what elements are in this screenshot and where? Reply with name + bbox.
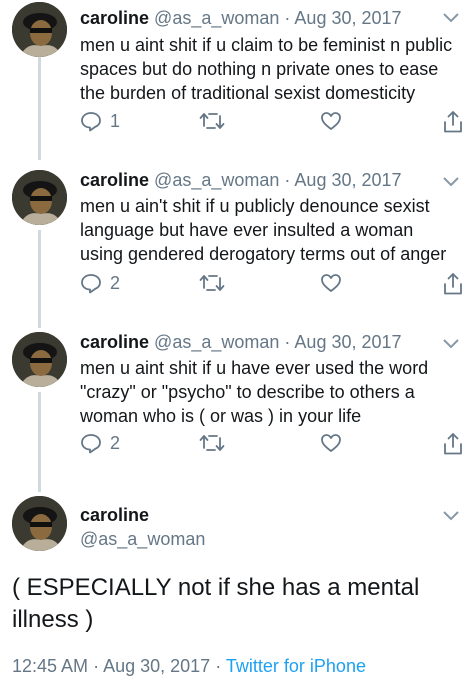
display-name[interactable]: caroline bbox=[80, 8, 149, 28]
tweet-text-line: woman who is ( or was ) in your life bbox=[80, 406, 362, 426]
tweet-text-line: spaces but do nothing n private ones to … bbox=[80, 59, 439, 79]
avatar[interactable] bbox=[12, 2, 67, 57]
avatar-image bbox=[12, 2, 67, 57]
share-icon bbox=[444, 273, 462, 295]
thread-line bbox=[38, 392, 41, 492]
share-icon bbox=[444, 433, 462, 455]
retweet-icon bbox=[199, 113, 225, 129]
tweet-header: caroline @as_a_woman · Aug 30, 2017 bbox=[80, 170, 402, 191]
display-name[interactable]: caroline bbox=[80, 505, 149, 526]
tweet-text-line: illness ) bbox=[12, 606, 94, 633]
heart-icon bbox=[321, 434, 341, 452]
tweet-text-line: men u aint shit if u have ever used the … bbox=[80, 358, 429, 378]
separator: · bbox=[284, 170, 291, 190]
tweet-source-link[interactable]: Twitter for iPhone bbox=[226, 656, 366, 676]
timestamp[interactable]: Aug 30, 2017 bbox=[294, 170, 401, 190]
tweet-header: caroline @as_a_woman · Aug 30, 2017 bbox=[80, 8, 402, 29]
tweet-actions: 2 bbox=[80, 272, 466, 300]
separator: · bbox=[284, 8, 291, 28]
avatar[interactable] bbox=[12, 332, 67, 387]
tweet-time: 12:45 AM bbox=[12, 656, 89, 676]
like-button[interactable] bbox=[320, 272, 342, 294]
tweet-text-line: men u aint shit if u claim to be feminis… bbox=[80, 35, 453, 55]
tweet-footer: 12:45 AM · Aug 30, 2017 · Twitter for iP… bbox=[12, 656, 366, 677]
chevron-down-icon[interactable] bbox=[442, 338, 460, 350]
handle[interactable]: @as_a_woman bbox=[80, 529, 205, 550]
reply-count: 2 bbox=[110, 432, 121, 453]
tweet-text: men u ain't shit if u publicly denounce … bbox=[80, 194, 466, 266]
handle[interactable]: @as_a_woman bbox=[154, 332, 279, 352]
heart-icon bbox=[321, 274, 341, 292]
timestamp[interactable]: Aug 30, 2017 bbox=[294, 332, 401, 352]
reply-icon bbox=[81, 112, 101, 132]
timestamp[interactable]: Aug 30, 2017 bbox=[294, 8, 401, 28]
reply-icon bbox=[81, 434, 101, 454]
tweet-actions: 1 bbox=[80, 110, 466, 138]
share-icon bbox=[444, 111, 462, 133]
thread-line bbox=[38, 57, 41, 160]
tweet-actions: 2 bbox=[80, 432, 466, 460]
avatar[interactable] bbox=[12, 496, 67, 551]
tweet-text-line: men u ain't shit if u publicly denounce … bbox=[80, 196, 430, 216]
reply-button[interactable]: 1 bbox=[80, 110, 120, 132]
tweet-text: men u aint shit if u claim to be feminis… bbox=[80, 33, 466, 105]
share-button[interactable] bbox=[442, 110, 464, 134]
avatar[interactable] bbox=[12, 170, 67, 225]
chevron-down-icon[interactable] bbox=[442, 12, 460, 24]
reply-count: 1 bbox=[110, 110, 121, 131]
tweet-header: caroline @as_a_woman · Aug 30, 2017 bbox=[80, 332, 402, 353]
retweet-icon bbox=[199, 275, 225, 291]
tweet-text-line: language but have ever insulted a woman bbox=[80, 220, 414, 240]
retweet-button[interactable] bbox=[199, 110, 225, 132]
like-button[interactable] bbox=[320, 432, 342, 454]
separator: · bbox=[215, 656, 222, 676]
share-button[interactable] bbox=[442, 272, 464, 296]
separator: · bbox=[93, 656, 100, 676]
reply-button[interactable]: 2 bbox=[80, 272, 120, 294]
tweet-text-line: using gendered derogatory terms out of a… bbox=[80, 244, 447, 264]
tweet-date: Aug 30, 2017 bbox=[103, 656, 211, 676]
handle[interactable]: @as_a_woman bbox=[154, 170, 279, 190]
separator: · bbox=[284, 332, 291, 352]
heart-icon bbox=[321, 112, 341, 130]
display-name[interactable]: caroline bbox=[80, 332, 149, 352]
reply-count: 2 bbox=[110, 272, 121, 293]
avatar-image bbox=[12, 332, 67, 387]
tweet-text-line: ( ESPECIALLY not if she has a mental bbox=[12, 574, 420, 601]
avatar-image bbox=[12, 170, 67, 225]
reply-button[interactable]: 2 bbox=[80, 432, 120, 454]
handle[interactable]: @as_a_woman bbox=[154, 8, 279, 28]
chevron-down-icon[interactable] bbox=[442, 176, 460, 188]
retweet-button[interactable] bbox=[199, 272, 225, 294]
thread-line bbox=[38, 230, 41, 328]
share-button[interactable] bbox=[442, 432, 464, 456]
display-name[interactable]: caroline bbox=[80, 170, 149, 190]
like-button[interactable] bbox=[320, 110, 342, 132]
chevron-down-icon[interactable] bbox=[442, 510, 460, 522]
tweet-text-line: "crazy" or "psycho" to describe to other… bbox=[80, 382, 415, 402]
tweet-text: men u aint shit if u have ever used the … bbox=[80, 356, 466, 428]
avatar-image bbox=[12, 496, 67, 551]
tweet-text: ( ESPECIALLY not if she has a mental ill… bbox=[12, 572, 462, 636]
retweet-icon bbox=[199, 435, 225, 451]
retweet-button[interactable] bbox=[199, 432, 225, 454]
tweet-text-line: the burden of traditional sexist domesti… bbox=[80, 83, 416, 103]
reply-icon bbox=[81, 274, 101, 294]
